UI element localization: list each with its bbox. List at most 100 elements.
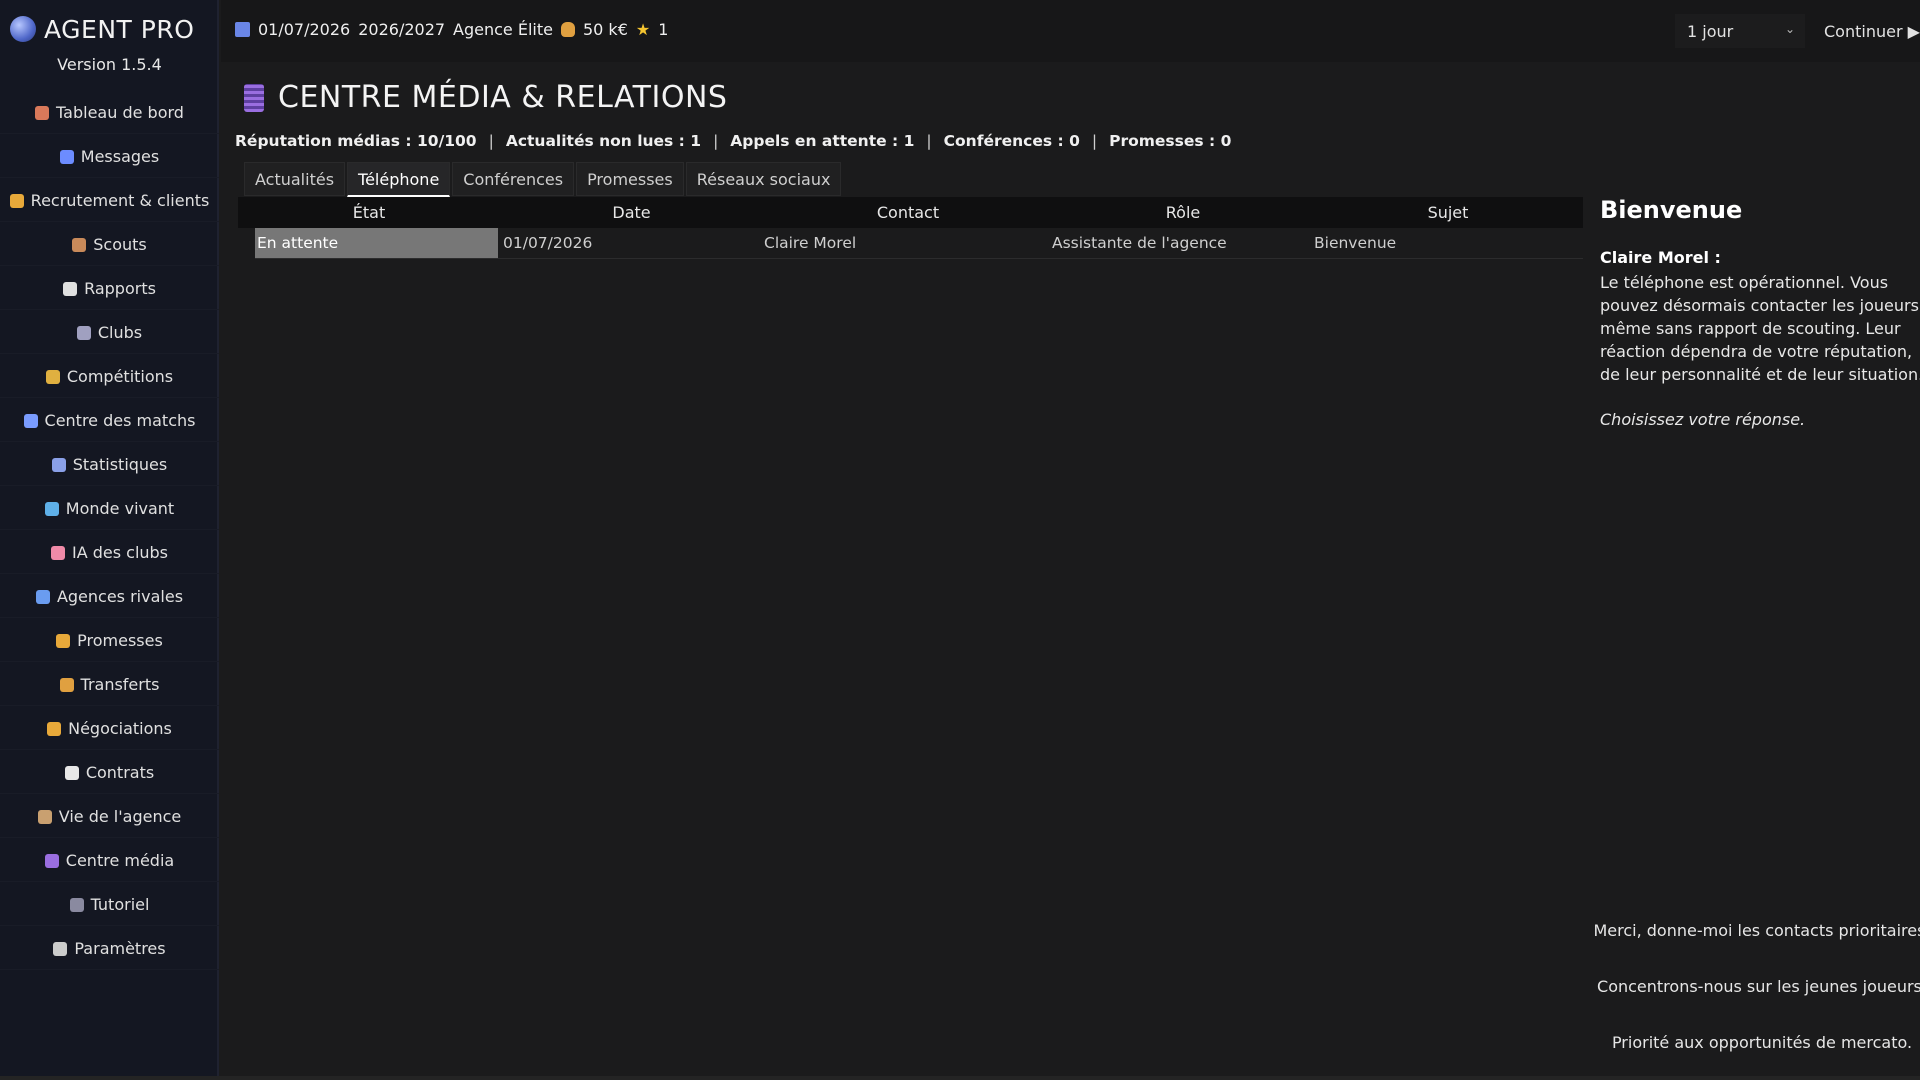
row-contact: Claire Morel [764,234,857,252]
stat-item: Appels en attente : 1 [730,132,915,150]
sidebar-item-label: Contrats [85,763,155,782]
report-icon [63,281,78,296]
col-header-date[interactable]: Date [500,203,763,222]
caller-name: Claire Morel : [1600,248,1721,267]
sidebar-item-0[interactable]: Tableau de bord [0,92,219,134]
money-amount: 50 k€ [582,20,628,39]
sidebar-item-17[interactable]: Centre média [0,840,219,882]
sidebar-item-4[interactable]: Rapports [0,268,219,310]
mailbox-icon [59,149,74,164]
call-title: Bienvenue [1600,196,1743,224]
sidebar-item-5[interactable]: Clubs [0,312,219,354]
sidebar-item-1[interactable]: Messages [0,136,219,178]
money-bag-icon [59,677,74,692]
sidebar-item-label: Scouts [93,235,147,254]
page-title-text: CENTRE MÉDIA & RELATIONS [278,80,728,115]
chevron-down-icon: ⌄ [1784,22,1795,36]
stat-separator: | [1091,132,1098,150]
sidebar-item-18[interactable]: Tutoriel [0,884,219,926]
person-icon [37,809,52,824]
stat-separator: | [713,132,719,150]
page-title: CENTRE MÉDIA & RELATIONS [244,80,727,115]
building-icon [35,589,50,604]
trophy-icon [45,369,60,384]
media-stats: Réputation médias : 10/100 | Actualités no… [235,132,1231,150]
app-version: Version 1.5.4 [57,55,162,74]
sidebar-item-11[interactable]: Agences rivales [0,576,219,618]
calls-table: État Date Contact Rôle Sujet En attente … [238,197,1583,259]
app-title: AGENT PRO [44,14,195,44]
sidebar-item-8[interactable]: Statistiques [0,444,219,486]
sidebar-item-19[interactable]: Paramètres [0,928,219,970]
sidebar-item-6[interactable]: Compétitions [0,356,219,398]
star-icon: ★ [635,20,651,39]
gear-icon [53,941,68,956]
col-header-state[interactable]: État [238,203,500,222]
sidebar-item-3[interactable]: Scouts [0,224,219,266]
sidebar-item-9[interactable]: Monde vivant [0,488,219,530]
sidebar-item-label: Compétitions [66,367,174,386]
current-date: 01/07/2026 [258,20,351,39]
sidebar-item-label: Négociations [68,719,172,738]
response-button-1[interactable]: Merci, donne-moi les contacts prioritair… [1592,910,1920,950]
response-prompt: Choisissez votre réponse. [1600,410,1806,429]
sidebar-item-7[interactable]: Centre des matchs [0,400,219,442]
tab-0[interactable]: Actualités [244,162,346,196]
tab-4[interactable]: Réseaux sociaux [685,162,842,196]
tab-2[interactable]: Conférences [452,162,575,196]
sidebar-item-label: IA des clubs [71,543,169,562]
phone-icon [244,83,264,112]
time-speed-value: 1 jour [1687,21,1734,41]
sidebar-item-label: Centre des matchs [44,411,196,430]
stat-item: Promesses : 0 [1109,132,1232,150]
tab-1[interactable]: Téléphone [347,162,451,197]
col-header-subject[interactable]: Sujet [1313,203,1583,222]
row-state: En attente [255,228,498,258]
sidebar-item-label: Tableau de bord [56,103,184,122]
stat-item: Conférences : 0 [943,132,1080,150]
time-speed-select[interactable]: 1 jour ⌄ [1675,14,1805,48]
response-button-3[interactable]: Priorité aux opportunités de mercato. [1592,1022,1920,1062]
money-bag-icon [560,22,575,37]
sidebar-item-label: Monde vivant [65,499,175,518]
home-icon [35,105,50,120]
response-button-2[interactable]: Concentrons-nous sur les jeunes joueurs. [1592,966,1920,1006]
stat-item: Actualités non lues : 1 [505,132,702,150]
chart-icon [51,457,66,472]
top-bar: 01/07/2026 2026/2027 Agence Élite 50 k€ … [221,0,1920,62]
ball-icon [23,413,38,428]
sidebar-item-label: Clubs [97,323,143,342]
sidebar-item-2[interactable]: Recrutement & clients [0,180,219,222]
continue-button[interactable]: Continuer ▶ [1824,14,1920,48]
scout-icon [72,237,87,252]
agency-name: Agence Élite [453,20,553,39]
tab-bar: Actualités Téléphone Conférences Promesses R… [244,162,843,197]
top-info: 01/07/2026 2026/2027 Agence Élite 50 k€ … [235,20,668,39]
sidebar-item-label: Messages [80,147,160,166]
table-header: État Date Contact Rôle Sujet [238,197,1583,228]
handshake-icon [56,633,71,648]
globe-logo-icon [10,16,36,42]
table-row[interactable]: En attente 01/07/2026 Claire Morel Assis… [255,228,1583,259]
document-icon [64,765,79,780]
row-subject: Bienvenue [1314,234,1397,252]
tab-3[interactable]: Promesses [576,162,684,196]
sidebar-item-12[interactable]: Promesses [0,620,219,662]
handshake-icon [47,721,62,736]
col-header-contact[interactable]: Contact [763,203,1053,222]
globe-icon [44,501,59,516]
sidebar-item-14[interactable]: Négociations [0,708,219,750]
stadium-icon [76,325,91,340]
sidebar: AGENT PRO Version 1.5.4 Tableau de bord M… [0,0,219,1080]
stat-separator: | [488,132,494,150]
sidebar-item-10[interactable]: IA des clubs [0,532,219,574]
sidebar-item-13[interactable]: Transferts [0,664,219,706]
col-header-role[interactable]: Rôle [1053,203,1313,222]
sidebar-item-label: Transferts [80,675,160,694]
sidebar-item-16[interactable]: Vie de l'agence [0,796,219,838]
star-count: 1 [658,20,669,39]
call-detail-panel: Bienvenue Claire Morel : Le téléphone es… [1600,196,1920,429]
sidebar-item-15[interactable]: Contrats [0,752,219,794]
sidebar-item-label: Paramètres [74,939,166,958]
graduation-icon [69,897,84,912]
